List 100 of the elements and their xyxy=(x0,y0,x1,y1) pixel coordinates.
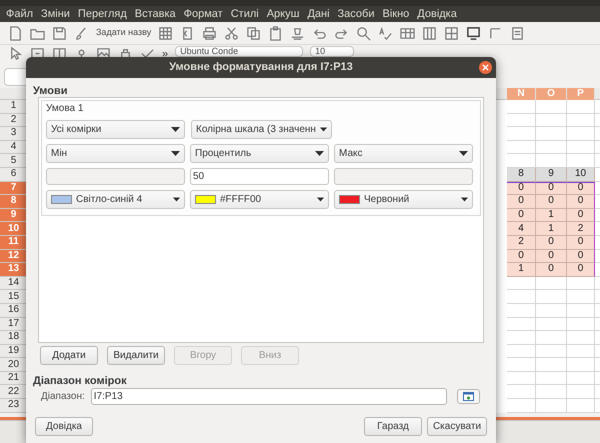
row-header[interactable]: 22 xyxy=(0,385,28,400)
sheet-cell xyxy=(536,276,567,290)
caret-icon xyxy=(317,197,324,202)
value-type-dropdown[interactable]: Процентиль xyxy=(190,144,329,163)
table-cell: 0 xyxy=(536,236,567,250)
value-type-dropdown[interactable]: Макс xyxy=(334,144,473,163)
range-field[interactable]: I7:P13 xyxy=(90,388,447,405)
sheet-cell xyxy=(536,140,567,154)
value-field[interactable] xyxy=(334,168,473,185)
menu-item[interactable]: Засоби xyxy=(338,6,374,22)
menu-item[interactable]: Дані xyxy=(307,6,330,22)
sheet-cell xyxy=(567,358,595,372)
ok-button[interactable]: Гаразд xyxy=(364,417,422,436)
table-cell: 0 xyxy=(536,250,567,264)
row-header[interactable]: 18 xyxy=(0,331,28,345)
color-dropdown[interactable]: Світло-синій 4 xyxy=(46,190,185,209)
color-dropdown[interactable]: #FFFF00 xyxy=(190,190,329,209)
value-field[interactable]: 50 xyxy=(190,168,329,185)
table-cell: 0 xyxy=(507,182,536,196)
caret-icon xyxy=(171,151,180,156)
table-icon[interactable] xyxy=(400,26,416,40)
sheet-cell xyxy=(536,344,567,358)
monitor-icon[interactable] xyxy=(466,26,482,40)
shrink-button[interactable] xyxy=(456,389,480,404)
dialog-title: Умовне форматування для I7:P13 xyxy=(169,60,353,76)
row-header[interactable]: 23 xyxy=(0,399,28,413)
sheet-cell xyxy=(507,140,536,154)
menu-item[interactable]: Аркуш xyxy=(266,6,300,22)
close-button[interactable] xyxy=(479,61,492,74)
caret-icon xyxy=(173,197,180,202)
row-header[interactable]: 3 xyxy=(0,127,28,141)
sheet-cell xyxy=(507,318,536,332)
row-header[interactable]: 1 xyxy=(0,100,28,114)
spellcheck-icon[interactable] xyxy=(378,26,394,40)
list-button[interactable]: Видалити xyxy=(107,346,165,365)
sheet-cell xyxy=(507,100,536,114)
sheet-cell xyxy=(567,140,595,154)
table-cell: 0 xyxy=(536,263,567,277)
color-dropdown[interactable]: Червоний xyxy=(334,190,473,209)
sheet-cell xyxy=(536,154,567,168)
sheet-cell xyxy=(567,290,595,304)
value-field[interactable] xyxy=(46,168,185,185)
value-type-dropdown[interactable]: Мін xyxy=(46,144,185,163)
type-dropdown[interactable]: Колірна шкала (3 значенн xyxy=(191,120,332,139)
copy-icon[interactable] xyxy=(246,26,262,40)
stamp-icon[interactable] xyxy=(290,26,306,40)
sheet-cell xyxy=(507,331,536,345)
sheet-cell xyxy=(567,318,595,332)
menu-item[interactable]: Стилі xyxy=(230,6,259,22)
caret-icon xyxy=(171,127,180,132)
scissors-icon[interactable] xyxy=(224,26,240,40)
table-cell: 0 xyxy=(567,208,595,222)
sheet-cell xyxy=(536,372,567,386)
list-button[interactable]: Додати xyxy=(40,346,98,365)
row-header[interactable]: 15 xyxy=(0,290,28,304)
sheet-cell xyxy=(536,114,567,128)
condition-panel[interactable]: Умова 1 Усі комірки Колірна шкала (3 значенн Мін Процентиль Макс 50 Світло-синій 4 #FFFF00 Червоний xyxy=(41,100,481,216)
menu-item[interactable]: Вставка xyxy=(134,6,176,22)
table-cell: 0 xyxy=(507,195,536,209)
table-cell: 0 xyxy=(567,250,595,264)
sheet-cell xyxy=(536,318,567,332)
row-header[interactable]: 20 xyxy=(0,358,28,372)
cancel-button[interactable]: Скасувати xyxy=(427,417,487,436)
search-icon[interactable] xyxy=(356,26,372,40)
window-icon xyxy=(462,392,474,401)
menu-item[interactable]: Зміни xyxy=(41,6,70,22)
sheet-cell xyxy=(507,276,536,290)
sheet-cell xyxy=(567,154,595,168)
sheet-cell xyxy=(536,399,567,413)
menu-item[interactable]: Файл xyxy=(6,6,34,22)
document-icon[interactable] xyxy=(8,26,23,40)
note-icon[interactable] xyxy=(510,26,526,40)
caret-icon xyxy=(315,151,324,156)
columns-icon[interactable] xyxy=(422,26,438,40)
table-cell: 0 xyxy=(567,182,595,196)
row-header[interactable]: 5 xyxy=(0,154,28,168)
scope-dropdown[interactable]: Усі комірки xyxy=(46,120,185,139)
printer-icon[interactable] xyxy=(202,26,218,40)
sheet-cell xyxy=(567,385,595,400)
floppy-icon[interactable] xyxy=(52,26,67,40)
sheet-cell xyxy=(507,154,536,168)
font-size-field[interactable]: 10 xyxy=(310,46,354,57)
name-button[interactable]: Задати назву xyxy=(96,26,152,40)
menu-item[interactable]: Вікно xyxy=(382,6,410,22)
font-name-field[interactable]: Ubuntu Conde xyxy=(175,46,304,57)
sheet-cell xyxy=(536,127,567,141)
clipboard-icon[interactable] xyxy=(268,26,284,40)
table-cell: 1 xyxy=(536,208,567,222)
table-cell: 0 xyxy=(567,263,595,277)
menu-item[interactable]: Формат xyxy=(184,6,223,22)
table-cell: 8 xyxy=(507,168,536,182)
menu-item[interactable]: Перегляд xyxy=(78,6,127,22)
table-cell: 9 xyxy=(536,168,567,182)
border-icon[interactable] xyxy=(444,26,460,40)
sheet-cell xyxy=(567,114,595,128)
grid-icon[interactable] xyxy=(158,26,174,40)
sheet-cell xyxy=(507,385,536,400)
menu-item[interactable]: Довідка xyxy=(417,6,457,22)
help-button[interactable]: Довідка xyxy=(35,417,93,436)
cursor-icon[interactable] xyxy=(8,46,23,61)
